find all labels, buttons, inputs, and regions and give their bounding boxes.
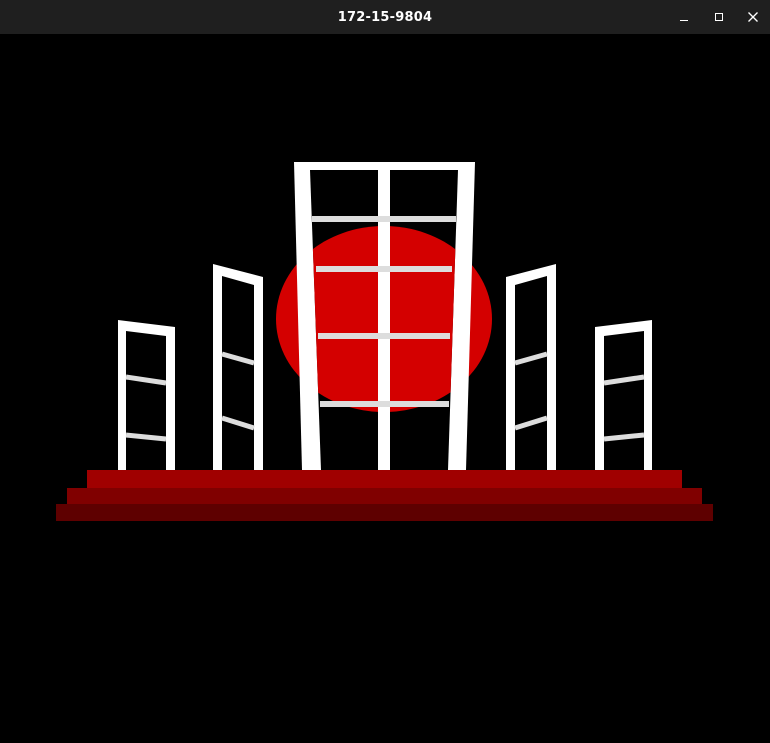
step-bottom bbox=[56, 504, 713, 521]
close-icon bbox=[748, 12, 758, 22]
minimize-button[interactable] bbox=[668, 0, 702, 34]
pillar-right-inner bbox=[506, 264, 556, 470]
maximize-icon bbox=[715, 13, 723, 21]
pillar-right-outer bbox=[595, 320, 652, 470]
minimize-icon bbox=[680, 20, 688, 21]
window-controls bbox=[668, 0, 770, 34]
pillar-left-inner bbox=[213, 264, 263, 470]
maximize-button[interactable] bbox=[702, 0, 736, 34]
window-title: 172-15-9804 bbox=[337, 9, 433, 25]
app-window: 172-15-9804 bbox=[0, 0, 770, 739]
step-top bbox=[87, 470, 682, 488]
title-bar[interactable]: 172-15-9804 bbox=[0, 0, 770, 34]
drawing-canvas bbox=[0, 34, 770, 739]
step-middle bbox=[67, 488, 702, 504]
pillar-center bbox=[294, 162, 475, 470]
close-button[interactable] bbox=[736, 0, 770, 34]
monument-scene bbox=[56, 162, 713, 521]
pillar-left-outer bbox=[118, 320, 175, 470]
